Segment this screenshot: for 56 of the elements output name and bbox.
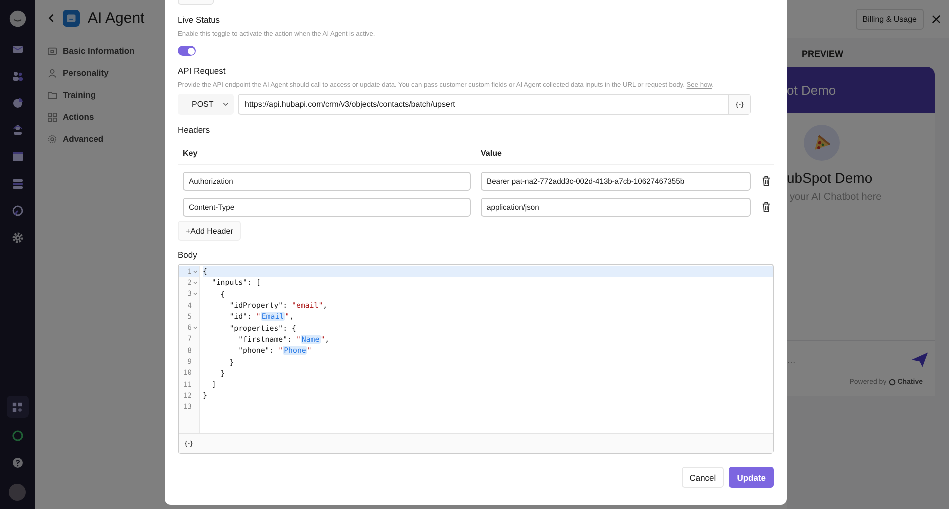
fold-caret-icon[interactable]: [193, 270, 198, 274]
url-field[interactable]: https://api.hubapi.com/crm/v3/objects/contacts/batch/upsert: [238, 94, 751, 115]
send-icon[interactable]: [911, 351, 929, 369]
pie-chart-icon[interactable]: [12, 97, 24, 109]
ring-logo-icon: [888, 379, 896, 386]
folder-icon: [48, 90, 57, 100]
apps-button[interactable]: [6, 396, 28, 418]
section-label: Body: [178, 250, 198, 260]
preview-heading: PREVIEW: [801, 48, 845, 61]
braces-icon[interactable]: [185, 440, 193, 448]
help-icon[interactable]: [12, 457, 24, 469]
chevron-down-icon: [223, 102, 229, 107]
add-header-button[interactable]: +Add Header: [178, 221, 242, 241]
chat-bubble-icon: [8, 10, 26, 28]
person-icon: [48, 68, 57, 78]
sidebar-item[interactable]: Personality: [48, 66, 165, 80]
update-button[interactable]: Update: [729, 467, 774, 488]
cancel-button[interactable]: Cancel: [682, 467, 724, 488]
dial-icon[interactable]: [12, 205, 24, 217]
section-label: Live Status: [178, 15, 222, 25]
ring-icon[interactable]: [12, 430, 24, 442]
column-header: Value: [481, 149, 502, 158]
sidebar-item[interactable]: Training: [48, 88, 165, 102]
bot-name: ubSpot Demo: [787, 170, 874, 186]
trash-icon[interactable]: [762, 176, 771, 187]
trash-icon[interactable]: [762, 202, 771, 213]
back-chevron-icon[interactable]: [48, 14, 55, 23]
settings-icon: [48, 134, 57, 144]
grid-icon: [48, 112, 57, 122]
browser-icon[interactable]: [12, 151, 24, 163]
variable-button[interactable]: [728, 95, 750, 114]
fold-caret-icon[interactable]: [193, 280, 198, 285]
section-label: Headers: [178, 125, 212, 135]
grid-icon: [12, 402, 23, 412]
id-card-icon: [48, 46, 57, 56]
section-label: API Request: [178, 66, 227, 76]
live-status-toggle[interactable]: [178, 46, 196, 56]
stack-icon[interactable]: [12, 178, 24, 190]
people-icon[interactable]: [12, 70, 24, 82]
chat-title: ot Demo: [787, 82, 836, 98]
person-icon[interactable]: [12, 124, 24, 136]
billing-button[interactable]: Billing & Usage: [856, 8, 924, 30]
close-icon[interactable]: [932, 14, 941, 24]
column-header: Key: [183, 149, 199, 158]
fold-caret-icon[interactable]: [193, 292, 198, 296]
sidebar-item[interactable]: Actions: [48, 110, 165, 124]
bot-icon: [63, 10, 80, 27]
page-title: AI Agent: [88, 10, 145, 27]
braces-icon: [736, 100, 744, 108]
sidebar-item[interactable]: Basic Information: [48, 44, 165, 58]
method-dropdown[interactable]: POST: [178, 94, 234, 115]
pizza-avatar-icon: [804, 125, 840, 161]
tray-icon[interactable]: [12, 43, 24, 55]
settings-icon[interactable]: [12, 232, 24, 244]
sidebar-item[interactable]: Advanced: [48, 132, 165, 146]
fold-caret-icon[interactable]: [193, 326, 198, 330]
